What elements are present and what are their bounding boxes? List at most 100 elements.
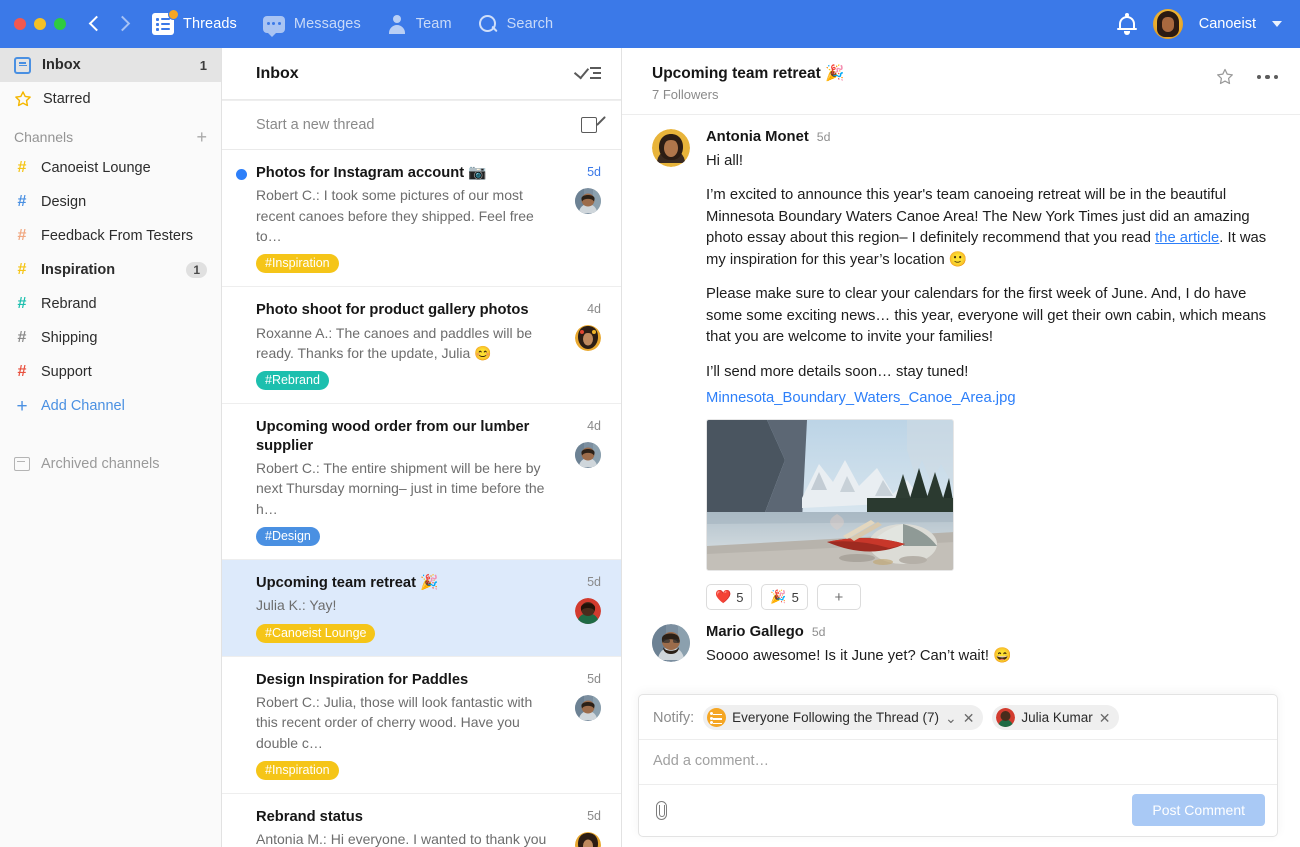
search-icon xyxy=(478,14,498,34)
thread-item-header: Upcoming team retreat 🎉5d xyxy=(256,574,601,592)
avatar[interactable] xyxy=(575,188,601,214)
thread-item-header: Design Inspiration for Paddles5d xyxy=(256,671,601,689)
thread-followers: 7 Followers xyxy=(652,87,844,102)
tab-team[interactable]: Team xyxy=(387,14,452,34)
message-date: 5d xyxy=(812,625,826,639)
thread-list-item[interactable]: Photo shoot for product gallery photos4d… xyxy=(222,287,621,404)
bell-icon[interactable] xyxy=(1117,13,1137,35)
notify-chip-everyone[interactable]: Everyone Following the Thread (7) ⌄ ✕ xyxy=(703,705,983,730)
sidebar-item-support[interactable]: #Support xyxy=(0,355,221,389)
attachment-link[interactable]: Minnesota_Boundary_Waters_Canoe_Area.jpg xyxy=(706,390,1016,406)
thread-item-title: Photos for Instagram account 📷 xyxy=(256,164,587,182)
message-antonia: Antonia Monet 5d Hi all! I’m excited to … xyxy=(652,129,1270,610)
forward-arrow-icon[interactable] xyxy=(116,17,130,31)
thread-list-item[interactable]: Upcoming wood order from our lumber supp… xyxy=(222,404,621,560)
plus-icon: + xyxy=(834,589,843,606)
sidebar-item-canoeist-lounge[interactable]: #Canoeist Lounge xyxy=(0,151,221,185)
thread-item-title: Upcoming wood order from our lumber supp… xyxy=(256,418,587,455)
sidebar-item-add-channel[interactable]: + Add Channel xyxy=(0,389,221,423)
sidebar-item-shipping[interactable]: #Shipping xyxy=(0,321,221,355)
sidebar-item-label: Inspiration xyxy=(41,262,186,278)
chevron-down-icon[interactable]: ⌄ xyxy=(945,711,957,725)
thread-list-item[interactable]: Rebrand status5dAntonia M.: Hi everyone.… xyxy=(222,794,621,847)
sidebar-item-rebrand[interactable]: #Rebrand xyxy=(0,287,221,321)
message-author: Mario Gallego xyxy=(706,624,804,640)
sidebar-item-label: Rebrand xyxy=(41,296,207,312)
avatar[interactable] xyxy=(652,129,690,167)
thread-item-tag[interactable]: #Canoeist Lounge xyxy=(256,624,375,643)
notify-chip-julia-kumar[interactable]: Julia Kumar ✕ xyxy=(992,705,1119,730)
message-paragraph-2: I’m excited to announce this year's team… xyxy=(706,185,1270,271)
thread-panel: Upcoming team retreat 🎉 7 Followers xyxy=(622,48,1300,847)
thread-item-preview: Robert C.: I took some pictures of our m… xyxy=(256,185,601,246)
minimize-button[interactable] xyxy=(34,18,46,30)
close-icon[interactable]: ✕ xyxy=(1099,711,1111,725)
sidebar-item-inbox[interactable]: Inbox 1 xyxy=(0,48,221,82)
message-meta: Mario Gallego 5d xyxy=(706,624,1270,640)
thread-item-preview: Roxanne A.: The canoes and paddles will … xyxy=(256,323,601,364)
mark-all-read-icon[interactable] xyxy=(575,65,601,83)
hash-icon: # xyxy=(14,262,30,278)
reaction-party[interactable]: 🎉 5 xyxy=(761,584,807,610)
thread-item-title: Rebrand status xyxy=(256,808,587,826)
thread-item-tag[interactable]: #Rebrand xyxy=(256,371,329,390)
sidebar-item-inspiration[interactable]: # Inspiration1 xyxy=(0,253,221,287)
nav-arrows xyxy=(88,17,130,31)
thread-item-preview: Robert C.: The entire shipment will be h… xyxy=(256,458,601,519)
avatar[interactable] xyxy=(575,598,601,624)
attached-photo[interactable] xyxy=(706,419,954,571)
thread-items[interactable]: Photos for Instagram account 📷5d Robert C… xyxy=(222,150,621,847)
post-comment-button[interactable]: Post Comment xyxy=(1132,794,1265,826)
inbox-icon xyxy=(14,57,31,74)
tab-search-label: Search xyxy=(507,16,554,32)
start-new-thread-row[interactable]: Start a new thread xyxy=(222,100,621,150)
thread-list-item[interactable]: Design Inspiration for Paddles5d Robert C… xyxy=(222,657,621,794)
sidebar-item-design[interactable]: #Design xyxy=(0,185,221,219)
sidebar-item-archived-channels[interactable]: Archived channels xyxy=(0,447,221,481)
back-arrow-icon[interactable] xyxy=(88,17,102,31)
reaction-heart[interactable]: ❤️ 5 xyxy=(706,584,752,610)
avatar[interactable] xyxy=(1153,9,1183,39)
thread-item-tag[interactable]: #Inspiration xyxy=(256,254,339,273)
thread-list-item[interactable]: Upcoming team retreat 🎉5dJulia K.: Yay!#… xyxy=(222,560,621,657)
more-options-icon[interactable] xyxy=(1257,75,1279,80)
composer-footer: Post Comment xyxy=(639,785,1277,836)
comment-input[interactable]: Add a comment… xyxy=(639,740,1277,785)
sidebar-item-feedback-from-testers[interactable]: #Feedback From Testers xyxy=(0,219,221,253)
zoom-button[interactable] xyxy=(54,18,66,30)
sidebar-item-label: Canoeist Lounge xyxy=(41,160,207,176)
add-channel-plus-icon[interactable]: + xyxy=(196,128,207,146)
thread-item-tag[interactable]: #Inspiration xyxy=(256,761,339,780)
message-paragraph-4: I’ll send more details soon… stay tuned! xyxy=(706,362,1270,383)
thread-list-item[interactable]: Photos for Instagram account 📷5d Robert C… xyxy=(222,150,621,287)
message-author: Antonia Monet xyxy=(706,129,809,145)
star-outline-icon[interactable] xyxy=(1215,67,1235,87)
main-body: Inbox 1 Starred Channels + #Canoeist Lou… xyxy=(0,48,1300,847)
compose-icon[interactable] xyxy=(581,115,601,135)
channel-unread-count: 1 xyxy=(186,262,207,278)
thread-item-date: 4d xyxy=(587,301,601,316)
hash-icon: # xyxy=(14,330,30,346)
thread-item-header: Photo shoot for product gallery photos4d xyxy=(256,301,601,319)
close-icon[interactable]: ✕ xyxy=(963,711,975,725)
thread-item-tag[interactable]: #Design xyxy=(256,527,320,546)
thread-header: Upcoming team retreat 🎉 7 Followers xyxy=(622,48,1300,115)
sidebar-item-starred[interactable]: Starred xyxy=(0,82,221,116)
thread-list-title: Inbox xyxy=(256,65,299,83)
avatar[interactable] xyxy=(575,695,601,721)
close-button[interactable] xyxy=(14,18,26,30)
thread-item-date: 5d xyxy=(587,164,601,179)
thread-item-preview: Robert C.: Julia, those will look fantas… xyxy=(256,692,601,753)
avatar xyxy=(996,708,1015,727)
add-reaction-button[interactable]: + xyxy=(817,584,861,610)
sidebar-item-label: Archived channels xyxy=(41,456,207,472)
paperclip-icon[interactable] xyxy=(653,800,669,820)
avatar[interactable] xyxy=(652,624,690,662)
user-name: Canoeist xyxy=(1199,16,1256,32)
tab-messages[interactable]: Messages xyxy=(263,16,361,33)
chevron-down-icon[interactable] xyxy=(1272,21,1282,27)
unread-dot xyxy=(236,169,247,180)
article-link[interactable]: the article xyxy=(1155,230,1219,246)
tab-search[interactable]: Search xyxy=(478,14,554,34)
tab-threads[interactable]: Threads xyxy=(152,13,237,35)
